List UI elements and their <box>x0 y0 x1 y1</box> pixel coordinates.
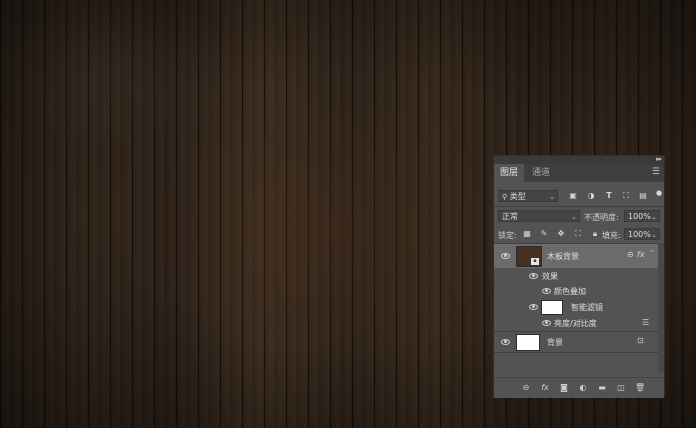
mask-icon[interactable]: ◙ <box>559 383 569 393</box>
layer-name: 木板背景 <box>547 252 579 261</box>
eye-icon[interactable] <box>529 273 538 279</box>
blend-row: 正常 ⌄ 不透明度: 100% ⌄ <box>494 208 664 224</box>
chevron-down-icon: ⌄ <box>571 213 577 221</box>
type-filter-icon[interactable]: T <box>604 191 614 201</box>
layer-background[interactable]: 背景 ⊡ <box>494 332 658 352</box>
layers-scrollbar[interactable] <box>658 243 664 373</box>
lock-icon: ⊡ <box>637 336 644 345</box>
brightness-contrast-row[interactable]: 亮度/对比度 ☰ <box>494 315 658 331</box>
shape-filter-icon[interactable]: ⛶ <box>621 191 631 201</box>
pixel-filter-icon[interactable]: ▣ <box>568 191 578 201</box>
add-style-fx-icon[interactable]: fx <box>540 383 550 393</box>
blend-mode-label: 正常 <box>502 212 518 221</box>
panel-menu-icon[interactable]: ☰ <box>652 167 660 177</box>
lock-label: 锁定: <box>498 231 517 240</box>
chevron-up-icon[interactable]: ⌃ <box>649 249 655 257</box>
lock-pixels-icon[interactable]: ✎ <box>539 229 549 239</box>
blend-mode-select[interactable]: 正常 ⌄ <box>498 210 580 222</box>
opacity-label: 不透明度: <box>584 213 619 222</box>
collapse-icon[interactable]: ▸▸ <box>656 155 662 163</box>
fill-value: 100% <box>628 230 651 239</box>
divider <box>494 206 664 207</box>
smart-filters-row[interactable]: 智能滤镜 <box>494 298 658 315</box>
effects-row[interactable]: 效果 <box>494 268 658 283</box>
fill-label: 填充: <box>602 231 621 240</box>
folder-icon[interactable]: ▬ <box>597 383 607 393</box>
lock-all-icon[interactable]: 🔒︎ <box>590 229 600 239</box>
filter-options-icon[interactable]: ☰ <box>642 318 649 327</box>
chevron-down-icon: ⌄ <box>549 193 555 201</box>
filter-row: ⚲ 类型 ⌄ ▣ ◑ T ⛶ ▤ ● <box>494 188 664 204</box>
eye-icon[interactable] <box>542 320 551 326</box>
tab-channels[interactable]: 通道 <box>526 164 556 182</box>
lock-artboard-icon[interactable]: ⛶ <box>573 229 583 239</box>
layers-toolbar: ⊖ fx ◙ ◐ ▬ ◫ 🗑︎ <box>494 377 664 398</box>
layer-thumbnail <box>516 334 540 351</box>
color-overlay-label: 颜色叠加 <box>554 287 586 296</box>
eye-icon[interactable] <box>501 253 510 259</box>
opacity-value: 100% <box>628 212 651 221</box>
link-icon[interactable]: ⊖ <box>521 383 531 393</box>
adjustment-icon[interactable]: ◐ <box>578 383 588 393</box>
brightness-contrast-label: 亮度/对比度 <box>554 319 597 328</box>
lock-position-icon[interactable]: ✥ <box>556 229 566 239</box>
color-overlay-row[interactable]: 颜色叠加 <box>494 283 658 298</box>
panel-title-strip[interactable]: ▸▸ <box>494 155 664 164</box>
search-icon: ⚲ <box>502 193 508 201</box>
panel-tabs: 图层 通道 ☰ <box>494 164 664 182</box>
smart-filters-label: 智能滤镜 <box>571 303 603 312</box>
fx-icon[interactable]: fx <box>637 250 645 259</box>
tab-layers[interactable]: 图层 <box>494 164 525 182</box>
filter-kind-label: 类型 <box>509 192 526 201</box>
chevron-down-icon: ⌄ <box>651 213 657 221</box>
eye-icon[interactable] <box>501 339 510 345</box>
trash-icon[interactable]: 🗑︎ <box>635 383 645 393</box>
layer-wood-background[interactable]: ▪ 木板背景 ⊝ fx ⌃ <box>494 244 658 268</box>
filter-mask-thumbnail[interactable] <box>541 300 563 315</box>
filter-toggle-icon[interactable]: ● <box>654 188 664 198</box>
lock-row: 锁定: ▦ ✎ ✥ ⛶ 🔒︎ 填充: 100% ⌄ <box>494 226 664 242</box>
opacity-input[interactable]: 100% ⌄ <box>624 210 660 222</box>
smart-object-badge-icon: ▪ <box>530 257 540 266</box>
layers-panel: ▸▸ 图层 通道 ☰ ⚲ 类型 ⌄ ▣ ◑ T ⛶ ▤ ● 正常 ⌄ 不透明度:… <box>493 155 665 398</box>
eye-icon[interactable] <box>529 304 538 310</box>
new-layer-icon[interactable]: ◫ <box>616 383 626 393</box>
smart-object-filter-icon[interactable]: ▤ <box>638 191 648 201</box>
eye-icon[interactable] <box>542 288 551 294</box>
lock-transparent-icon[interactable]: ▦ <box>522 229 532 239</box>
chevron-down-icon: ⌄ <box>651 231 657 239</box>
layer-name: 背景 <box>547 338 563 347</box>
effects-label: 效果 <box>542 272 558 281</box>
smart-filter-icon[interactable]: ⊝ <box>627 250 634 259</box>
fill-input[interactable]: 100% ⌄ <box>624 228 660 240</box>
adjustment-filter-icon[interactable]: ◑ <box>586 191 596 201</box>
divider <box>494 352 658 353</box>
filter-kind-select[interactable]: ⚲ 类型 ⌄ <box>498 190 558 202</box>
